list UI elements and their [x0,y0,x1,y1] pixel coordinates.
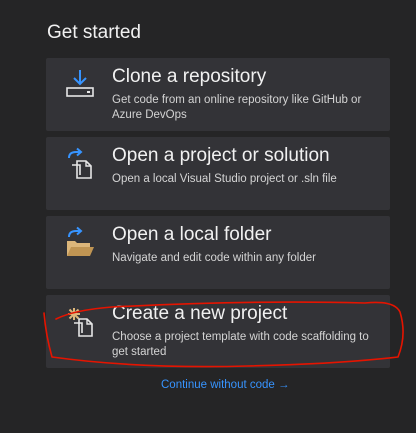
card-description: Navigate and edit code within any folder [112,252,316,264]
open-project-card[interactable]: Open a project or solution Open a local … [46,137,390,210]
card-title: Open a local folder [112,224,272,245]
card-description: Get code from an online repository like … [112,94,362,121]
card-title: Create a new project [112,303,288,324]
create-new-project-card[interactable]: Create a new project Choose a project te… [46,295,390,368]
open-local-folder-card[interactable]: Open a local folder Navigate and edit co… [46,216,390,289]
card-title: Clone a repository [112,66,267,87]
card-description: Open a local Visual Studio project or .s… [112,173,337,185]
open-project-icon [64,147,98,179]
card-title: Open a project or solution [112,145,330,166]
page-title: Get started [47,22,141,43]
new-project-icon [64,305,98,337]
open-folder-icon [64,226,98,258]
card-description: Choose a project template with code scaf… [112,331,369,358]
download-icon [64,68,98,100]
continue-without-code-link[interactable]: Continue without code → [161,379,290,391]
clone-repository-card[interactable]: Clone a repository Get code from an onli… [46,58,390,131]
